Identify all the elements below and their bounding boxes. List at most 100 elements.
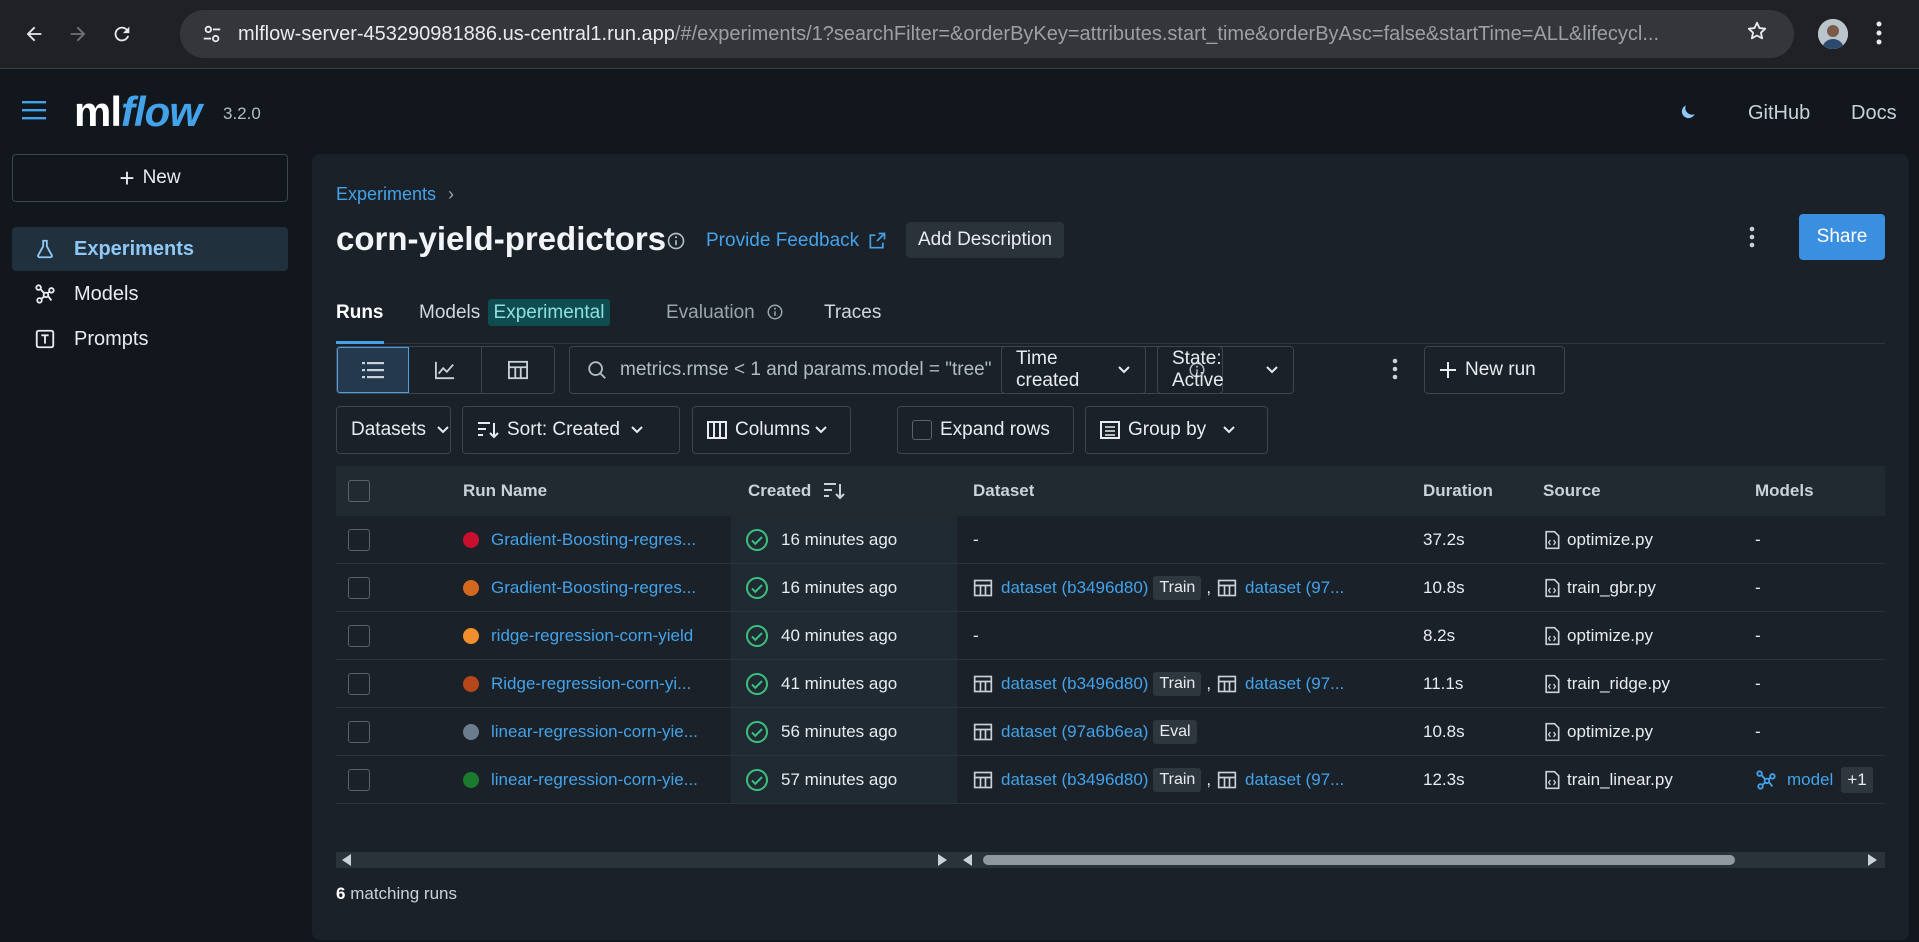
row-checkbox[interactable] — [348, 672, 370, 695]
run-color-dot[interactable] — [463, 579, 479, 596]
new-run-button[interactable]: New run — [1424, 346, 1565, 394]
source-cell[interactable]: optimize.py — [1543, 708, 1653, 755]
run-name-link[interactable]: ridge-regression-corn-yield — [491, 626, 693, 646]
scroll-right-icon[interactable] — [1868, 854, 1877, 866]
dataset-link[interactable]: dataset (b3496d80) — [1001, 770, 1148, 790]
tab-traces[interactable]: Traces — [824, 302, 881, 344]
provide-feedback-link[interactable]: Provide Feedback — [706, 230, 887, 252]
expand-rows-checkbox[interactable] — [912, 420, 932, 440]
run-name-link[interactable]: linear-regression-corn-yie... — [491, 722, 698, 742]
group-by-dropdown[interactable]: Group by — [1085, 406, 1268, 454]
source-cell[interactable]: optimize.py — [1543, 516, 1653, 563]
chart-view-icon[interactable] — [409, 347, 482, 393]
new-button[interactable]: + New — [12, 154, 288, 202]
source-file-icon — [1543, 674, 1561, 694]
scroll-left-icon[interactable] — [963, 854, 972, 866]
source-cell[interactable]: train_ridge.py — [1543, 660, 1670, 707]
run-color-dot[interactable] — [463, 531, 479, 548]
moon-icon[interactable] — [1678, 102, 1698, 127]
horizontal-scrollbar[interactable] — [336, 852, 1885, 868]
header-created[interactable]: Created — [748, 466, 846, 516]
model-link[interactable]: model — [1787, 770, 1833, 790]
header-models[interactable]: Models — [1755, 466, 1814, 516]
table-row[interactable]: ridge-regression-corn-yield 40 minutes a… — [336, 612, 1885, 660]
scroll-right-icon[interactable] — [938, 854, 947, 866]
sidebar-item-experiments[interactable]: Experiments — [12, 227, 288, 271]
header-dataset[interactable]: Dataset — [973, 466, 1034, 516]
breadcrumb-experiments-link[interactable]: Experiments — [336, 184, 436, 204]
table-row[interactable]: Gradient-Boosting-regres... 16 minutes a… — [336, 564, 1885, 612]
time-created-dropdown[interactable]: Time created — [1001, 346, 1146, 394]
more-models-badge[interactable]: +1 — [1841, 766, 1873, 793]
info-icon[interactable] — [666, 231, 686, 256]
scroll-left-icon[interactable] — [342, 854, 351, 866]
menu-icon[interactable] — [22, 100, 46, 125]
dataset-link[interactable]: dataset (97... — [1245, 578, 1344, 598]
row-checkbox[interactable] — [348, 720, 370, 743]
sidebar-item-models[interactable]: Models — [12, 272, 288, 316]
model-empty: - — [1755, 673, 1761, 693]
select-all-checkbox[interactable] — [348, 480, 370, 502]
header-run-name[interactable]: Run Name — [463, 466, 547, 516]
list-view-icon[interactable] — [337, 347, 410, 393]
dataset-link[interactable]: dataset (97a6b6ea) — [1001, 722, 1148, 742]
dataset-cell: - — [973, 516, 1403, 563]
more-options-icon[interactable] — [1392, 358, 1398, 385]
row-checkbox[interactable] — [348, 768, 370, 791]
table-view-icon[interactable] — [482, 347, 554, 393]
run-name-link[interactable]: Ridge-regression-corn-yi... — [491, 674, 691, 694]
run-name-link[interactable]: Gradient-Boosting-regres... — [491, 578, 696, 598]
address-bar[interactable]: mlflow-server-453290981886.us-central1.r… — [180, 10, 1794, 58]
dataset-link[interactable]: dataset (97... — [1245, 674, 1344, 694]
forward-arrow-icon[interactable] — [60, 16, 96, 52]
tab-runs[interactable]: Runs — [336, 302, 384, 344]
table-icon — [973, 578, 993, 598]
add-description-button[interactable]: Add Description — [906, 222, 1065, 258]
datasets-dropdown[interactable]: Datasets — [336, 406, 451, 454]
sidebar-item-prompts[interactable]: Prompts — [12, 317, 288, 361]
duration-value: 37.2s — [1423, 529, 1465, 549]
table-row[interactable]: linear-regression-corn-yie... 57 minutes… — [336, 756, 1885, 804]
source-cell[interactable]: train_gbr.py — [1543, 564, 1656, 611]
tab-evaluation[interactable]: Evaluation — [666, 302, 784, 344]
source-cell[interactable]: train_linear.py — [1543, 756, 1673, 803]
columns-dropdown[interactable]: Columns — [692, 406, 851, 454]
expand-rows-toggle[interactable]: Expand rows — [897, 406, 1074, 454]
dataset-link[interactable]: dataset (97... — [1245, 770, 1344, 790]
profile-avatar[interactable] — [1818, 19, 1848, 49]
run-color-dot[interactable] — [463, 723, 479, 740]
tab-models[interactable]: Models Experimental — [419, 299, 611, 344]
docs-link[interactable]: Docs — [1851, 102, 1897, 125]
mlflow-logo[interactable]: mlflow — [74, 88, 202, 136]
table-row[interactable]: Gradient-Boosting-regres... 16 minutes a… — [336, 516, 1885, 564]
state-dropdown[interactable]: State: Active — [1157, 346, 1294, 394]
row-checkbox[interactable] — [348, 624, 370, 647]
tab-bar: Runs Models Experimental Evaluation Trac… — [336, 299, 1885, 344]
share-button[interactable]: Share — [1799, 214, 1885, 260]
site-settings-icon[interactable] — [188, 23, 236, 45]
reload-icon[interactable] — [104, 16, 140, 52]
row-checkbox[interactable] — [348, 576, 370, 599]
run-color-dot[interactable] — [463, 675, 479, 692]
table-row[interactable]: Ridge-regression-corn-yi... 41 minutes a… — [336, 660, 1885, 708]
run-name-link[interactable]: linear-regression-corn-yie... — [491, 770, 698, 790]
models-cell: - — [1755, 612, 1885, 659]
more-options-icon[interactable] — [1749, 226, 1755, 253]
back-arrow-icon[interactable] — [16, 16, 52, 52]
github-link[interactable]: GitHub — [1748, 102, 1810, 125]
source-cell[interactable]: optimize.py — [1543, 612, 1653, 659]
header-duration[interactable]: Duration — [1423, 466, 1493, 516]
run-color-dot[interactable] — [463, 627, 479, 644]
table-row[interactable]: linear-regression-corn-yie... 56 minutes… — [336, 708, 1885, 756]
bookmark-star-icon[interactable] — [1746, 20, 1768, 48]
run-name-link[interactable]: Gradient-Boosting-regres... — [491, 530, 696, 550]
sort-dropdown[interactable]: Sort: Created — [462, 406, 680, 454]
dataset-link[interactable]: dataset (b3496d80) — [1001, 674, 1148, 694]
row-checkbox[interactable] — [348, 528, 370, 551]
dataset-link[interactable]: dataset (b3496d80) — [1001, 578, 1148, 598]
browser-menu-icon[interactable] — [1876, 20, 1882, 51]
scrollbar-thumb[interactable] — [983, 855, 1735, 865]
header-source[interactable]: Source — [1543, 466, 1601, 516]
table-body: Gradient-Boosting-regres... 16 minutes a… — [336, 516, 1885, 804]
run-color-dot[interactable] — [463, 771, 479, 788]
